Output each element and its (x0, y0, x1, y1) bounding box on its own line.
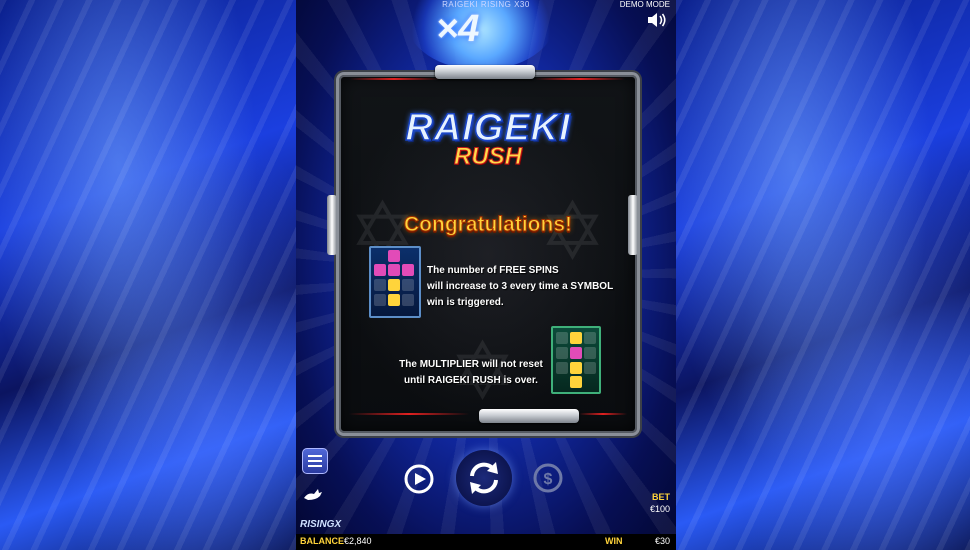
background-right (676, 0, 970, 550)
frame-top-tab (435, 65, 535, 79)
multiplier-orb (406, 0, 556, 70)
game-area: ×4 RAIGEKI RISING X30 DEMO MODE ✡ ✡ ✡ RA… (296, 0, 676, 550)
speaker-icon[interactable] (646, 11, 668, 29)
congratulations-heading: Congratulations! (404, 213, 573, 237)
info-line-1: The number of FREE SPINS (427, 265, 559, 276)
free-spins-info: The number of FREE SPINS will increase t… (427, 263, 627, 311)
autoplay-icon[interactable] (402, 462, 436, 496)
multiplier-value: ×4 (436, 8, 480, 50)
win-label: WIN (605, 536, 623, 546)
raigeki-rush-popup: ✡ ✡ ✡ RAIGEKI RUSH Congratulations! The … (327, 65, 640, 436)
svg-text:$: $ (544, 471, 553, 488)
background-left (0, 0, 296, 550)
demo-mode-label: DEMO MODE (619, 0, 670, 9)
brand-logo: RISINGX (300, 519, 342, 530)
frame-accent (579, 413, 627, 415)
balance-label: BALANCE (300, 536, 344, 546)
dollar-coin-icon[interactable]: $ (532, 462, 564, 494)
bet-value[interactable]: €100 (650, 504, 670, 514)
logo-main-text: RAIGEKI (405, 107, 571, 149)
info-line-4: The MULTIPLIER will not reset (399, 359, 543, 370)
spin-button[interactable] (456, 450, 512, 506)
info-line-2: will increase to 3 every time a SYMBOL (427, 281, 614, 292)
balance-value: €2,840 (344, 536, 372, 546)
hamburger-menu-icon[interactable] (302, 448, 328, 474)
free-spins-reel-thumbnail (369, 246, 421, 318)
frame-accent (349, 413, 469, 415)
bottom-bar: BALANCE €2,840 WIN €30 (296, 534, 676, 550)
info-line-3: win is triggered. (427, 297, 504, 308)
multiplier-info: The MULTIPLIER will not reset until RAIG… (395, 357, 547, 389)
frame-accent (535, 78, 625, 80)
multiplier-reel-thumbnail (551, 326, 601, 394)
raigeki-rush-logo: RAIGEKI RUSH (379, 107, 597, 169)
frame-left-tab (327, 195, 337, 255)
frame-bottom-tab (479, 409, 579, 423)
frame-accent (349, 78, 439, 80)
rabbit-icon[interactable] (302, 486, 324, 502)
bet-label: BET (652, 492, 670, 502)
spin-arrows-icon (470, 462, 498, 494)
win-value: €30 (654, 536, 670, 546)
info-line-5: until RAIGEKI RUSH is over. (404, 375, 538, 386)
